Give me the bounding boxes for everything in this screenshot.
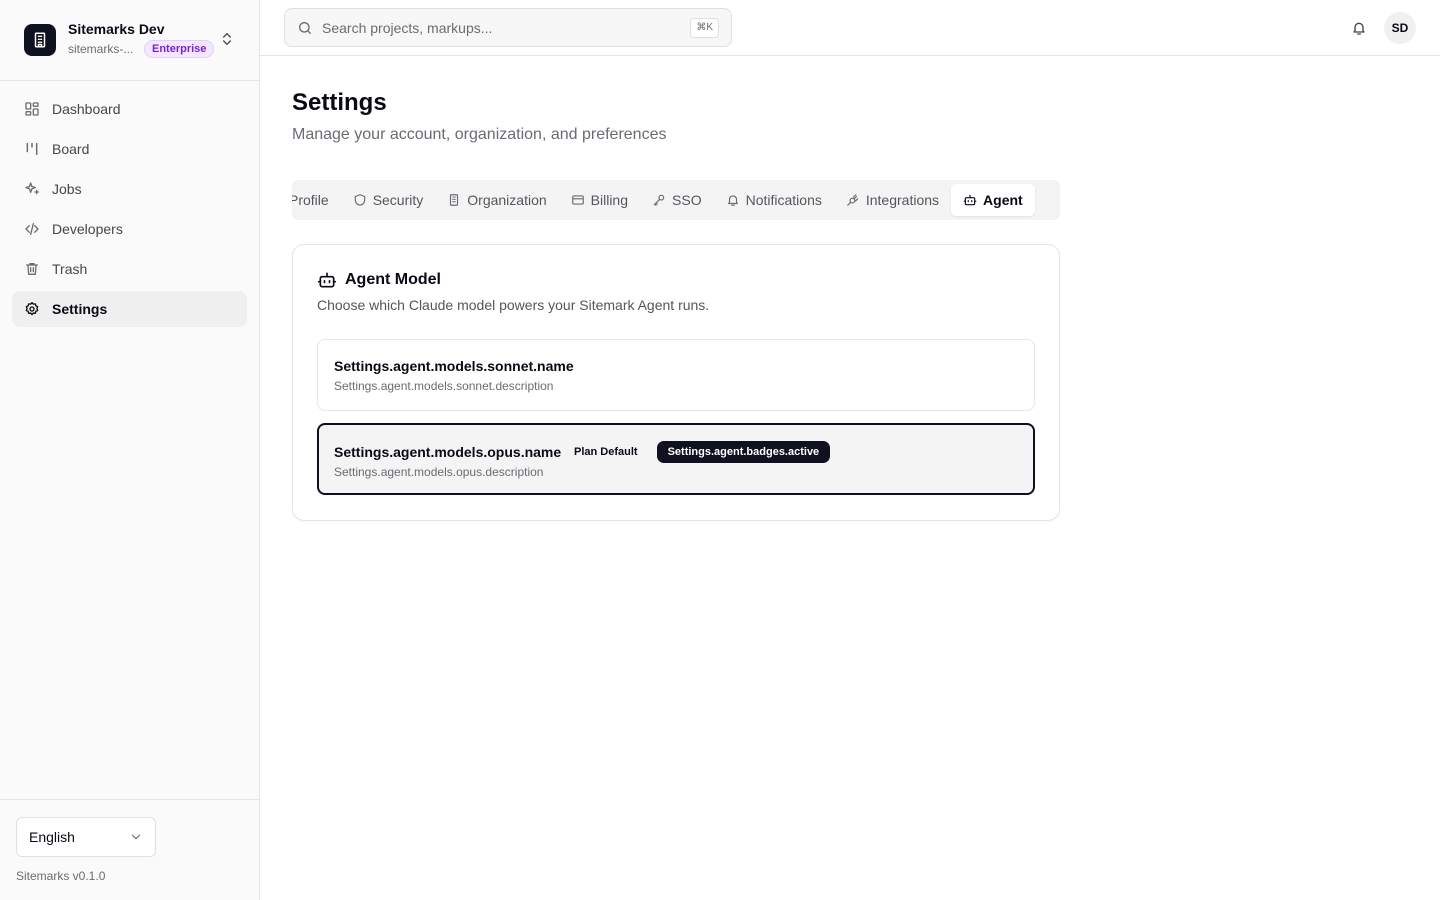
key-icon <box>653 194 665 206</box>
model-name: Settings.agent.models.sonnet.name <box>334 358 574 374</box>
tab-label: Notifications <box>745 192 822 208</box>
tab-label: Organization <box>467 192 547 208</box>
search-shortcut: ⌘K <box>690 18 719 38</box>
plan-badge: Enterprise <box>144 40 215 58</box>
sidebar-nav: Dashboard Board Jobs Developers Trash Se… <box>12 91 247 331</box>
tab-integrations[interactable]: Integrations <box>834 184 951 216</box>
board-icon <box>26 142 38 156</box>
tab-security[interactable]: Security <box>341 184 436 216</box>
sidebar-item-trash[interactable]: Trash <box>12 251 247 287</box>
page-title: Settings <box>292 89 387 116</box>
dashboard-icon <box>25 102 39 116</box>
tab-agent[interactable]: Agent <box>951 184 1035 216</box>
tab-sso[interactable]: SSO <box>640 184 714 216</box>
language-value: English <box>29 829 75 845</box>
building-icon <box>24 24 56 56</box>
model-option-sonnet[interactable]: Settings.agent.models.sonnet.name Settin… <box>317 339 1035 411</box>
sidebar-item-dashboard[interactable]: Dashboard <box>12 91 247 127</box>
tab-notifications[interactable]: Notifications <box>714 184 834 216</box>
sidebar-footer: English Sitemarks v0.1.0 <box>0 799 259 900</box>
card-title: Agent Model <box>345 271 441 288</box>
bot-icon <box>317 272 337 288</box>
bell-icon <box>727 195 738 206</box>
tab-label: Agent <box>983 192 1023 208</box>
active-badge: Settings.agent.badges.active <box>656 441 831 463</box>
org-name: Sitemarks Dev <box>68 21 165 37</box>
search-box[interactable]: ⌘K <box>284 8 732 47</box>
search-icon <box>299 21 311 34</box>
sidebar-item-board[interactable]: Board <box>12 131 247 167</box>
language-select[interactable]: English <box>16 817 156 857</box>
model-description: Settings.agent.models.opus.description <box>334 465 544 479</box>
model-option-opus[interactable]: Settings.agent.models.opus.name Plan Def… <box>317 423 1035 495</box>
sidebar-item-label: Jobs <box>52 181 82 197</box>
org-switcher[interactable]: Sitemarks Dev sitemarks-... Enterprise <box>0 0 259 81</box>
tab-billing[interactable]: Billing <box>559 184 640 216</box>
org-slug: sitemarks-... <box>68 42 134 56</box>
sparkles-icon <box>25 182 39 195</box>
sidebar-item-jobs[interactable]: Jobs <box>12 171 247 207</box>
tab-label: Profile <box>292 192 329 208</box>
sidebar-item-developers[interactable]: Developers <box>12 211 247 247</box>
sidebar-item-label: Trash <box>52 261 88 277</box>
app-version: Sitemarks v0.1.0 <box>16 869 106 883</box>
notifications-bell-icon[interactable] <box>1351 20 1367 36</box>
plan-default-badge: Plan Default <box>574 446 638 458</box>
shield-icon <box>354 194 365 206</box>
sidebar-item-label: Developers <box>52 221 123 237</box>
tab-label: Integrations <box>865 192 940 208</box>
plug-icon <box>847 194 859 206</box>
sidebar: Sitemarks Dev sitemarks-... Enterprise D… <box>0 0 260 900</box>
model-description: Settings.agent.models.sonnet.description <box>334 379 554 393</box>
card-description: Choose which Claude model powers your Si… <box>317 297 710 313</box>
bot-icon <box>963 194 977 206</box>
sidebar-item-label: Board <box>52 141 90 157</box>
tab-label: SSO <box>672 192 702 208</box>
chevrons-up-down-icon[interactable] <box>219 31 235 47</box>
settings-tabs: Profile Security Organization Billing SS… <box>292 180 1060 220</box>
building-icon <box>450 194 459 206</box>
page-subtitle: Manage your account, organization, and p… <box>292 126 667 143</box>
credit-card-icon <box>571 195 584 205</box>
sidebar-item-label: Settings <box>52 301 108 317</box>
sidebar-item-settings[interactable]: Settings <box>12 291 247 327</box>
gear-icon <box>25 302 39 316</box>
tab-organization[interactable]: Organization <box>435 184 558 216</box>
tab-profile[interactable]: Profile <box>292 184 341 216</box>
trash-icon <box>26 263 38 275</box>
tab-label: Security <box>372 192 424 208</box>
search-input[interactable] <box>322 19 682 36</box>
agent-model-card: Agent Model Choose which Claude model po… <box>292 244 1060 521</box>
avatar[interactable]: SD <box>1384 12 1416 44</box>
code-icon <box>25 223 39 235</box>
chevron-down-icon <box>131 834 141 840</box>
sidebar-item-label: Dashboard <box>52 101 121 117</box>
top-bar: ⌘K SD <box>260 0 1440 56</box>
model-name: Settings.agent.models.opus.name <box>334 444 562 460</box>
tab-label: Billing <box>590 192 629 208</box>
